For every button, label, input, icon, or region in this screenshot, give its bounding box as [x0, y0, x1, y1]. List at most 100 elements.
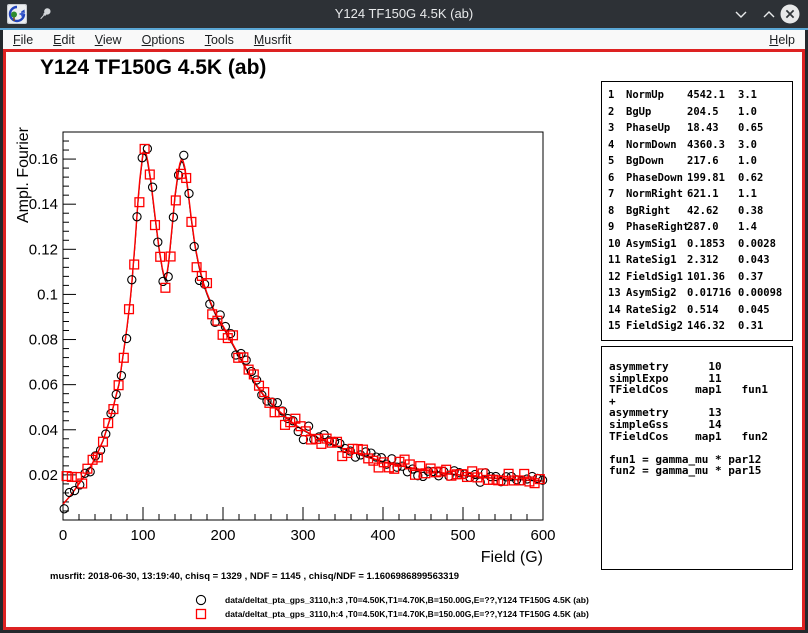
y-tick-label: 0.02 [29, 467, 58, 484]
param-value: 146.32 [687, 318, 738, 335]
param-name: FieldSig1 [626, 269, 687, 286]
param-name: NormDown [626, 137, 687, 154]
param-row: 1NormUp4542.13.1 [608, 87, 792, 104]
menu-item-musrfit[interactable]: Musrfit [244, 33, 302, 47]
param-row: 5BgDown217.61.0 [608, 153, 792, 170]
legend-row: data/deltat_pta_gps_3110,h:4 ,T0=4.50K,T… [6, 607, 802, 621]
titlebar: Y124 TF150G 4.5K (ab) [0, 0, 808, 28]
param-name: RateSig2 [626, 302, 687, 319]
param-error: 3.0 [738, 137, 792, 154]
plot-frame [63, 132, 543, 520]
data-point-circle [216, 311, 224, 319]
param-error: 1.1 [738, 186, 792, 203]
param-row: 13AsymSig20.017160.00098 [608, 285, 792, 302]
data-point-circle [159, 277, 167, 285]
param-value: 4542.1 [687, 87, 738, 104]
param-row: 2BgUp204.51.0 [608, 104, 792, 121]
param-n: 3 [608, 120, 626, 137]
param-error: 0.00098 [738, 285, 792, 302]
data-point-circle [60, 505, 68, 513]
x-tick-label: 300 [290, 527, 315, 544]
param-error: 3.1 [738, 87, 792, 104]
close-button[interactable] [779, 4, 801, 24]
param-n: 2 [608, 104, 626, 121]
theory-box[interactable]: asymmetry 10 simplExpo 11 TFieldCos map1… [601, 346, 793, 570]
param-n: 8 [608, 203, 626, 220]
x-tick-label: 600 [530, 527, 555, 544]
fit-parameter-box[interactable]: 1NormUp4542.13.12BgUp204.51.03PhaseUp18.… [601, 81, 793, 341]
param-row: 4NormDown4360.33.0 [608, 137, 792, 154]
y-tick-label: 0.08 [29, 332, 58, 349]
scatter-series-h3 [60, 145, 547, 513]
square-marker-icon [195, 608, 207, 620]
param-error: 1.0 [738, 153, 792, 170]
param-name: AsymSig2 [626, 285, 687, 302]
data-point-circle [242, 356, 250, 364]
maximize-button[interactable] [758, 4, 780, 24]
menu-item-options[interactable]: Options [132, 33, 195, 47]
param-name: NormRight [626, 186, 687, 203]
x-tick-label: 400 [370, 527, 395, 544]
param-error: 0.0028 [738, 236, 792, 253]
data-point-circle [164, 273, 172, 281]
data-point-square [73, 473, 82, 482]
data-point-circle [305, 422, 313, 430]
y-tick-label: 0.12 [29, 241, 58, 258]
param-n: 15 [608, 318, 626, 335]
param-name: FieldSig2 [626, 318, 687, 335]
param-row: 9PhaseRight287.01.4 [608, 219, 792, 236]
menu-item-view[interactable]: View [85, 33, 132, 47]
param-value: 0.01716 [687, 285, 738, 302]
menu-item-edit[interactable]: Edit [43, 33, 85, 47]
param-error: 0.37 [738, 269, 792, 286]
circle-marker-icon [195, 594, 207, 606]
y-tick-label: 0.1 [37, 286, 58, 303]
legend-label: data/deltat_pta_gps_3110,h:4 ,T0=4.50K,T… [225, 609, 589, 619]
param-n: 11 [608, 252, 626, 269]
data-point-circle [143, 145, 151, 153]
minimize-button[interactable] [730, 4, 752, 24]
param-n: 5 [608, 153, 626, 170]
menu-item-file[interactable]: File [3, 33, 43, 47]
param-n: 6 [608, 170, 626, 187]
param-n: 7 [608, 186, 626, 203]
param-row: 15FieldSig2146.320.31 [608, 318, 792, 335]
param-row: 8BgRight42.620.38 [608, 203, 792, 220]
param-name: BgUp [626, 104, 687, 121]
data-point-circle [180, 151, 188, 159]
menu-item-help[interactable]: Help [759, 33, 805, 47]
param-value: 42.62 [687, 203, 738, 220]
param-n: 1 [608, 87, 626, 104]
y-tick-label: 0.06 [29, 377, 58, 394]
param-name: PhaseUp [626, 120, 687, 137]
legend-row: data/deltat_pta_gps_3110,h:3 ,T0=4.50K,T… [6, 593, 802, 607]
root-canvas[interactable]: Y124 TF150G 4.5K (ab) 010020030040050060… [3, 49, 805, 630]
menu-item-tools[interactable]: Tools [195, 33, 244, 47]
param-row: 14RateSig20.5140.045 [608, 302, 792, 319]
data-point-circle [117, 372, 125, 380]
param-n: 4 [608, 137, 626, 154]
param-value: 621.1 [687, 186, 738, 203]
param-row: 11RateSig12.3120.043 [608, 252, 792, 269]
param-n: 12 [608, 269, 626, 286]
param-row: 3PhaseUp18.430.65 [608, 120, 792, 137]
param-row: 10AsymSig10.18530.0028 [608, 236, 792, 253]
data-point-square [171, 196, 180, 205]
data-point-circle [123, 334, 131, 342]
param-value: 204.5 [687, 104, 738, 121]
param-error: 0.31 [738, 318, 792, 335]
param-error: 0.043 [738, 252, 792, 269]
param-error: 0.045 [738, 302, 792, 319]
param-value: 101.36 [687, 269, 738, 286]
data-point-square [374, 463, 383, 472]
param-name: BgDown [626, 153, 687, 170]
param-name: PhaseRight [626, 219, 687, 236]
legend-label: data/deltat_pta_gps_3110,h:3 ,T0=4.50K,T… [225, 595, 589, 605]
param-name: BgRight [626, 203, 687, 220]
param-error: 0.62 [738, 170, 792, 187]
y-axis-title: Ampl. Fourier [15, 126, 32, 223]
data-point-square [166, 252, 175, 261]
x-tick-label: 100 [130, 527, 155, 544]
y-tick-label: 0.14 [29, 196, 58, 213]
window-title: Y124 TF150G 4.5K (ab) [0, 0, 808, 28]
